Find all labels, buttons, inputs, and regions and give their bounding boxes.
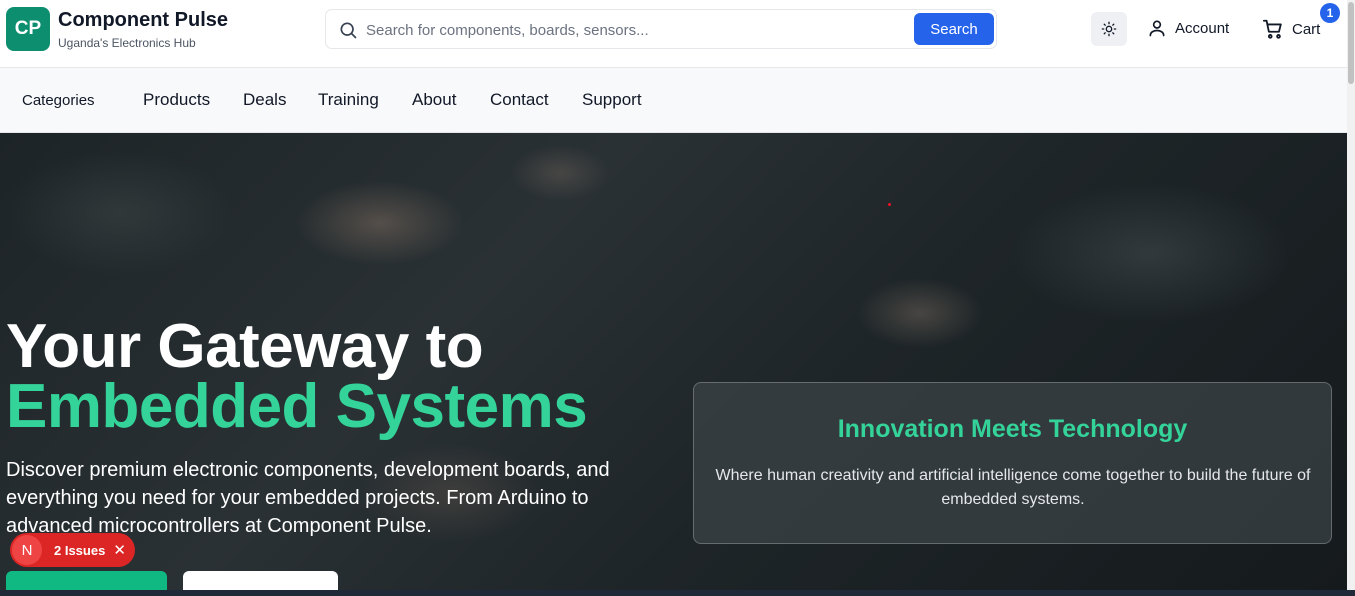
issues-label: 2 Issues — [54, 542, 106, 558]
main-nav: Categories Products Deals Training About… — [0, 68, 1347, 133]
hero-description: Discover premium electronic components, … — [6, 459, 610, 537]
issues-logo-icon: N — [12, 535, 42, 565]
page-scrollbar[interactable] — [1347, 0, 1355, 590]
cart-button[interactable]: Cart — [1262, 18, 1320, 40]
innovation-title: Innovation Meets Technology — [837, 415, 1188, 443]
nav-item-training[interactable]: Training — [318, 90, 379, 110]
hero-section: Your Gateway to Embedded Systems Discove… — [0, 133, 1347, 596]
bottom-strip — [0, 590, 1355, 596]
cart-count-badge: 1 — [1320, 3, 1340, 23]
account-button[interactable]: Account — [1147, 18, 1229, 38]
theme-toggle-button[interactable] — [1091, 12, 1127, 46]
search-bar: Search — [325, 9, 997, 49]
site-header: CP Component Pulse Uganda's Electronics … — [0, 0, 1347, 68]
nav-item-deals[interactable]: Deals — [243, 90, 286, 110]
nav-item-support[interactable]: Support — [582, 90, 642, 110]
search-button[interactable]: Search — [914, 13, 994, 45]
search-input[interactable] — [366, 16, 906, 44]
nav-item-products[interactable]: Products — [143, 90, 210, 110]
logo-badge[interactable]: CP — [6, 7, 50, 51]
hero-background-detail — [888, 203, 891, 206]
cart-icon — [1262, 19, 1282, 39]
nav-item-contact[interactable]: Contact — [490, 90, 549, 110]
scrollbar-thumb[interactable] — [1348, 2, 1354, 84]
innovation-text: Where human creativity and artificial in… — [715, 467, 1311, 508]
categories-menu[interactable]: Categories — [22, 92, 95, 109]
issues-badge[interactable]: N 2 Issues ✕ — [10, 533, 135, 567]
close-icon[interactable]: ✕ — [113, 541, 126, 559]
brand-tagline: Uganda's Electronics Hub — [58, 36, 196, 50]
hero-title-line2: Embedded Systems — [6, 372, 588, 441]
search-icon — [340, 22, 357, 39]
brand-name[interactable]: Component Pulse — [58, 9, 228, 32]
user-icon — [1149, 20, 1165, 37]
sun-icon — [1101, 21, 1117, 37]
account-label: Account — [1175, 19, 1230, 37]
nav-item-about[interactable]: About — [412, 90, 456, 110]
cart-label: Cart — [1292, 20, 1321, 38]
innovation-card: Innovation Meets Technology Where human … — [693, 382, 1332, 544]
